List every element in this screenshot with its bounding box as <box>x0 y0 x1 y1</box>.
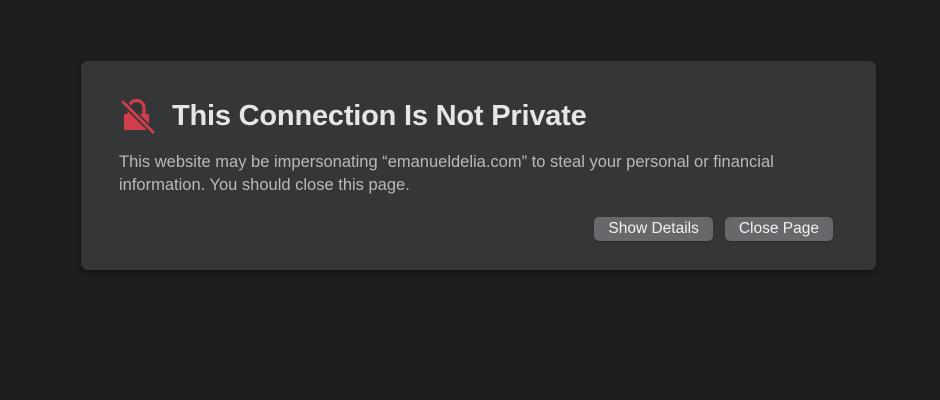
page: This Connection Is Not Private This webs… <box>0 0 940 400</box>
close-page-button[interactable]: Close Page <box>724 217 833 241</box>
action-buttons: Show Details Close Page <box>594 217 833 241</box>
warning-header: This Connection Is Not Private <box>119 97 587 135</box>
page-title: This Connection Is Not Private <box>172 99 587 132</box>
warning-panel: This Connection Is Not Private This webs… <box>81 61 876 270</box>
warning-message: This website may be impersonating “emanu… <box>119 153 774 194</box>
broken-lock-icon <box>119 98 157 135</box>
show-details-button[interactable]: Show Details <box>594 217 713 241</box>
